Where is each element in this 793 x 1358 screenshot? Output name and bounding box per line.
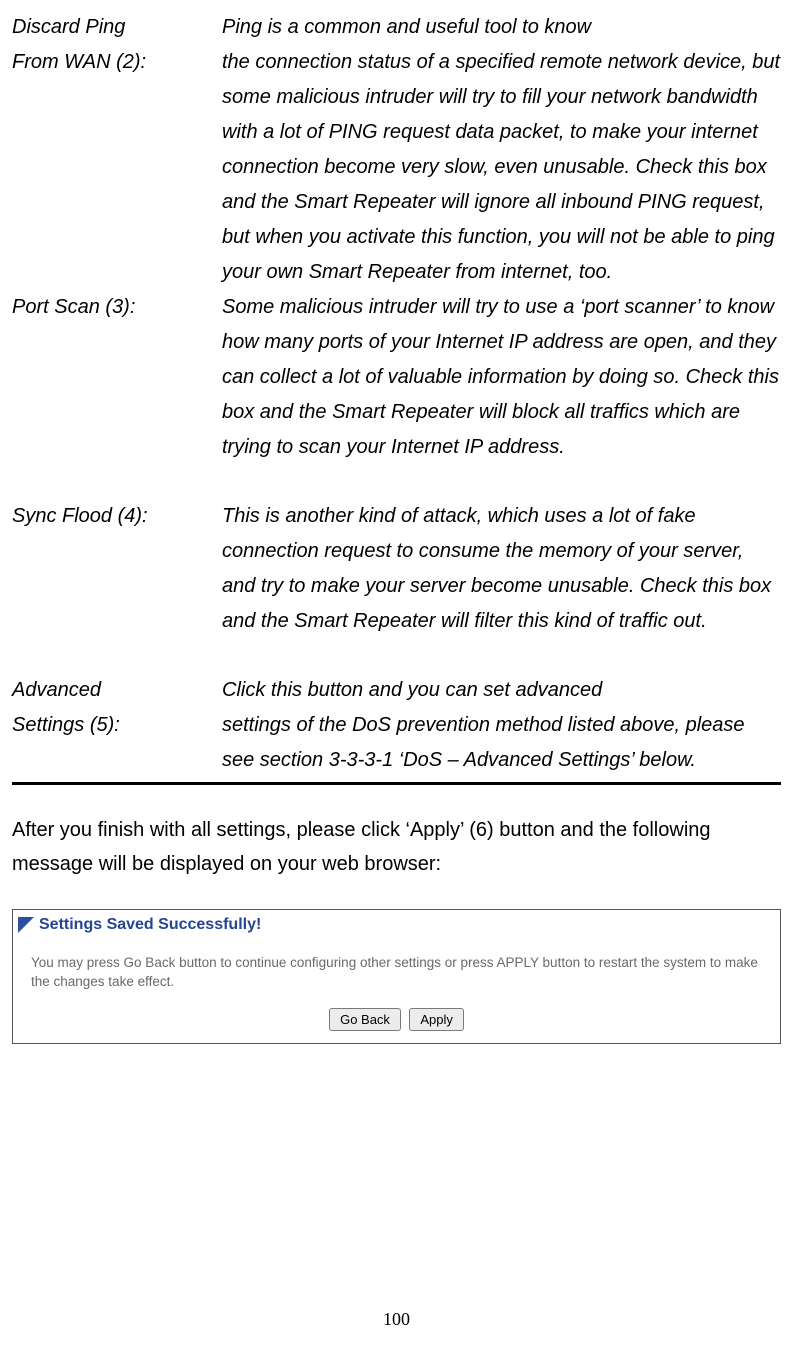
page-number: 100 xyxy=(0,1309,793,1330)
def-term: Discard Ping xyxy=(12,10,222,45)
settings-saved-panel: Settings Saved Successfully! You may pre… xyxy=(12,909,781,1044)
def-port-scan: Port Scan (3): Some malicious intruder w… xyxy=(12,290,781,465)
triangle-marker-icon xyxy=(17,916,35,934)
def-advanced-row2: Settings (5): settings of the DoS preven… xyxy=(12,708,781,778)
def-term: Port Scan (3): xyxy=(12,290,222,325)
def-discard-ping-row2: From WAN (2): the connection status of a… xyxy=(12,45,781,290)
panel-title: Settings Saved Successfully! xyxy=(39,916,261,934)
apply-button[interactable]: Apply xyxy=(409,1008,464,1031)
panel-header: Settings Saved Successfully! xyxy=(13,910,780,940)
def-advanced-row1: Advanced Click this button and you can s… xyxy=(12,673,781,708)
spacer xyxy=(12,639,781,673)
def-discard-ping-row1: Discard Ping Ping is a common and useful… xyxy=(12,10,781,45)
def-desc: Click this button and you can set advanc… xyxy=(222,673,781,708)
def-term: Advanced xyxy=(12,673,222,708)
after-settings-text: After you finish with all settings, plea… xyxy=(12,813,781,881)
def-desc: This is another kind of attack, which us… xyxy=(222,499,781,639)
definitions-block: Discard Ping Ping is a common and useful… xyxy=(12,10,781,778)
panel-button-row: Go Back Apply xyxy=(13,1002,780,1043)
def-sync-flood: Sync Flood (4): This is another kind of … xyxy=(12,499,781,639)
page: Discard Ping Ping is a common and useful… xyxy=(0,0,793,1358)
def-desc: Ping is a common and useful tool to know xyxy=(222,10,781,45)
def-desc: the connection status of a specified rem… xyxy=(222,45,781,290)
def-term: Sync Flood (4): xyxy=(12,499,222,534)
panel-body-text: You may press Go Back button to continue… xyxy=(13,940,780,1002)
go-back-button[interactable]: Go Back xyxy=(329,1008,401,1031)
def-desc: Some malicious intruder will try to use … xyxy=(222,290,781,465)
def-term: Settings (5): xyxy=(12,708,222,743)
def-term: From WAN (2): xyxy=(12,45,222,80)
def-desc: settings of the DoS prevention method li… xyxy=(222,708,781,778)
spacer xyxy=(12,465,781,499)
divider xyxy=(12,782,781,785)
